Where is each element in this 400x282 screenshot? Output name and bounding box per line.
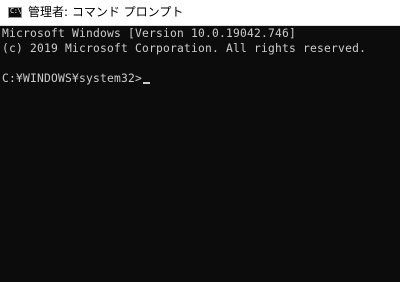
text-cursor [143,82,151,84]
command-prompt-window: C:\ 管理者: コマンド プロンプト Microsoft Windows [V… [0,0,400,282]
title-bar[interactable]: C:\ 管理者: コマンド プロンプト [0,0,400,26]
command-line[interactable]: C:¥WINDOWS¥system32> [2,71,400,86]
command-prompt: C:¥WINDOWS¥system32> [2,72,143,85]
console-line-copyright: (c) 2019 Microsoft Corporation. All righ… [2,42,367,55]
command-prompt-icon-label: C:\ [10,7,22,15]
console-line-version: Microsoft Windows [Version 10.0.19042.74… [2,27,297,40]
command-prompt-icon: C:\ [8,7,22,18]
console-output[interactable]: Microsoft Windows [Version 10.0.19042.74… [0,26,400,282]
console-line-blank [2,56,400,71]
window-title: 管理者: コマンド プロンプト [28,5,184,19]
